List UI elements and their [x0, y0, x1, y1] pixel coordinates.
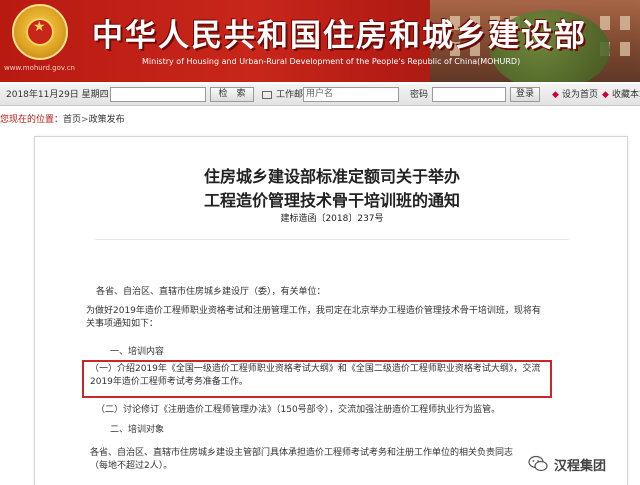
mail-icon — [262, 91, 272, 99]
document-title-line1: 住房城乡建设部标准定额司关于举办 — [203, 167, 460, 186]
site-title[interactable]: 中华人民共和国住房和城乡建设部 — [92, 10, 587, 55]
current-date: 2018年11月29日 星期四 — [6, 90, 109, 100]
document-title-line2: 工程造价管理技术骨干培训班的通知 — [203, 191, 460, 210]
section2-body: 各省、自治区、直辖市住房城乡建设主管部门具体承担造价工程师考试考务和注册工作单位… — [90, 448, 514, 471]
site-subtitle: Ministry of Housing and Urban-Rural Deve… — [142, 57, 521, 66]
site-banner: ★ www.mohurd.gov.cn 中华人民共和国住房和城乡建设部 Mini… — [0, 0, 640, 82]
watermark-text: 汉程集团 — [554, 459, 607, 474]
document-recipients: 各省、自治区、直辖市住房城乡建设厅（委），有关单位： — [96, 287, 326, 297]
section1-heading: 一、培训内容 — [110, 347, 165, 357]
home-icon: ◆ — [552, 90, 559, 100]
breadcrumb: 您现在的位置：首页>政策发布 — [0, 112, 125, 125]
add-favorite-link[interactable]: 收藏本站 — [612, 88, 640, 102]
site-url: www.mohurd.gov.cn — [4, 64, 75, 72]
search-button[interactable]: 检 索 — [210, 87, 254, 102]
training-item-2: （二）讨论修订《注册造价工程师管理办法》（150号部令），交流加强注册造价工程师… — [96, 405, 501, 415]
breadcrumb-home[interactable]: 首页 — [63, 115, 81, 125]
national-emblem-icon: ★ — [12, 4, 68, 60]
breadcrumb-label: 您现在的位置： — [0, 115, 64, 125]
wechat-icon — [528, 455, 548, 472]
section2-heading: 二、培训对象 — [110, 425, 165, 435]
star-icon: ◆ — [602, 90, 609, 100]
search-input[interactable] — [110, 87, 206, 102]
top-toolbar: 2018年11月29日 星期四 检 索 工作邮箱： 用户名 密码 登录 ◆ 设为… — [0, 84, 640, 106]
username-input[interactable]: 用户名 — [303, 87, 399, 102]
login-button[interactable]: 登录 — [510, 87, 540, 102]
breadcrumb-separator: > — [81, 115, 89, 125]
divider — [95, 239, 569, 240]
document-number: 建标造函〔2018〕237号 — [280, 214, 384, 224]
password-label: 密码 — [410, 90, 429, 100]
watermark: 汉程集团 — [528, 453, 638, 477]
set-homepage-link[interactable]: 设为首页 — [562, 88, 598, 102]
document-intro: 为做好2019年造价工程师职业资格考试和注册管理工作，我司定在北京举办工程造价管… — [86, 306, 541, 329]
password-input[interactable] — [432, 87, 506, 102]
breadcrumb-policy[interactable]: 政策发布 — [89, 115, 125, 125]
training-item-1: （一）介绍2019年《全国一级造价工程师职业资格考试大纲》和《全国二级造价工程师… — [90, 364, 541, 387]
